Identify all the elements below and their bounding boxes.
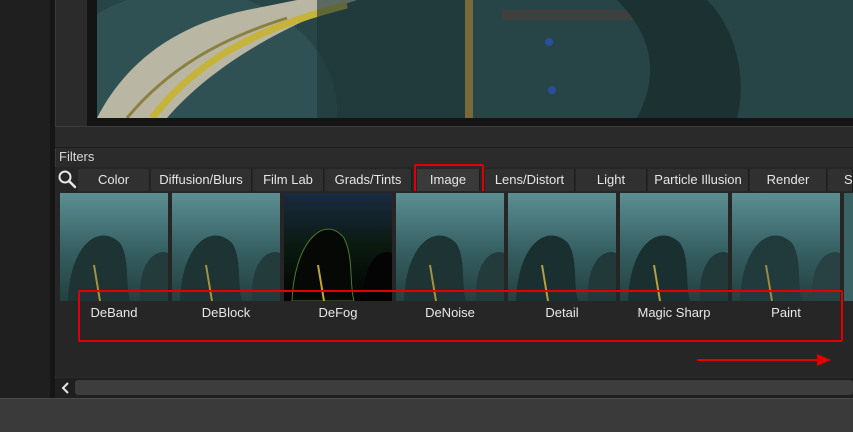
chevron-left-icon[interactable] — [58, 380, 74, 396]
thumbnail-label-paint: Paint — [771, 305, 801, 320]
preview-image — [97, 0, 853, 118]
filters-panel-title: Filters — [59, 149, 95, 164]
scrollbar-thumb[interactable] — [75, 380, 853, 395]
thumbnail-magic-sharp[interactable] — [620, 193, 728, 301]
panel-divider[interactable] — [55, 126, 853, 148]
left-rail — [0, 0, 50, 398]
thumbnail-label-denoise: DeNoise — [425, 305, 475, 320]
thumbnail-label-detail: Detail — [545, 305, 579, 320]
tab-image[interactable]: Image — [417, 169, 480, 191]
thumbnail-label-defog: DeFog — [318, 305, 358, 320]
arrow-right-icon — [697, 353, 833, 367]
tab-render[interactable]: Render — [750, 169, 827, 191]
thumbnail-deblock[interactable] — [172, 193, 280, 301]
tab-color[interactable]: Color — [78, 169, 150, 191]
thumbnail-label-magic-sharp: Magic Sharp — [637, 305, 711, 320]
thumbnail-denoise[interactable] — [396, 193, 504, 301]
tab-lens-distort[interactable]: Lens/Distort — [485, 169, 575, 191]
tab-stylize[interactable]: St — [828, 169, 853, 191]
tab-grads-tints[interactable]: Grads/Tints — [325, 169, 412, 191]
thumbnail-defog[interactable] — [284, 193, 392, 301]
tab-diffusion-blurs[interactable]: Diffusion/Blurs — [151, 169, 252, 191]
bottom-status-bar — [0, 398, 853, 432]
tab-particle-illusion[interactable]: Particle Illusion — [648, 169, 749, 191]
thumbnail-detail[interactable] — [508, 193, 616, 301]
thumbnail-deband[interactable] — [60, 193, 168, 301]
thumbnail-label-deblock: DeBlock — [201, 305, 251, 320]
search-icon[interactable] — [57, 169, 77, 189]
tab-light[interactable]: Light — [576, 169, 647, 191]
thumbnail-partial[interactable] — [844, 193, 853, 301]
thumbnail-label-deband: DeBand — [90, 305, 138, 320]
thumbnail-paint[interactable] — [732, 193, 840, 301]
preview-photo — [97, 0, 853, 118]
tab-film-lab[interactable]: Film Lab — [253, 169, 324, 191]
